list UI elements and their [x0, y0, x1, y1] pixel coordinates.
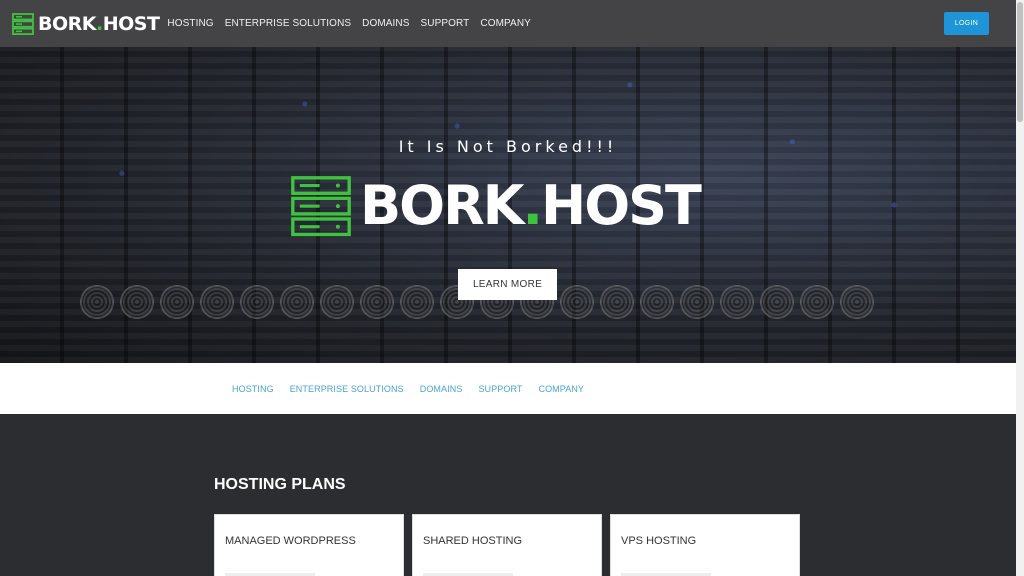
nav-link-hosting[interactable]: HOSTING	[167, 18, 213, 29]
secondary-nav: HOSTING ENTERPRISE SOLUTIONS DOMAINS SUP…	[0, 363, 1016, 414]
top-nav: BORK.HOST HOSTING ENTERPRISE SOLUTIONS D…	[0, 0, 1016, 47]
brand-logo[interactable]: BORK.HOST	[12, 12, 160, 35]
subnav-link-hosting[interactable]: HOSTING	[232, 384, 274, 394]
nav-link-domains[interactable]: DOMAINS	[362, 18, 409, 29]
plan-card-title: SHARED HOSTING	[423, 535, 523, 547]
brand-text: BORK.HOST	[38, 12, 160, 35]
nav-link-enterprise-solutions[interactable]: ENTERPRISE SOLUTIONS	[225, 18, 351, 29]
subnav-link-company[interactable]: COMPANY	[538, 384, 584, 394]
nav-link-company[interactable]: COMPANY	[480, 18, 531, 29]
plan-card-shared-hosting[interactable]: SHARED HOSTING	[412, 514, 602, 576]
hosting-plans-section: HOSTING PLANS MANAGED WORDPRESS SHARED H…	[0, 414, 1016, 576]
plan-card-title: VPS HOSTING	[621, 535, 697, 547]
plan-card-managed-wordpress[interactable]: MANAGED WORDPRESS	[214, 514, 404, 576]
learn-more-button[interactable]: LEARN MORE	[458, 269, 557, 300]
hero-banner: It Is Not Borked!!! BORK.HOST LEARN MORE	[0, 47, 1016, 363]
section-title: HOSTING PLANS	[214, 476, 346, 493]
hero-logo: BORK.HOST	[290, 174, 702, 237]
subnav-link-enterprise-solutions[interactable]: ENTERPRISE SOLUTIONS	[290, 384, 404, 394]
server-rack-icon	[12, 12, 34, 35]
hero-title: BORK.HOST	[360, 174, 702, 237]
server-rack-icon	[291, 176, 351, 237]
subnav-link-domains[interactable]: DOMAINS	[420, 384, 463, 394]
nav-link-support[interactable]: SUPPORT	[421, 18, 470, 29]
subnav-link-support[interactable]: SUPPORT	[478, 384, 522, 394]
main-nav: HOSTING ENTERPRISE SOLUTIONS DOMAINS SUP…	[167, 18, 542, 29]
plan-card-vps-hosting[interactable]: VPS HOSTING	[610, 514, 800, 576]
plan-card-title: MANAGED WORDPRESS	[225, 535, 356, 547]
scrollbar-thumb[interactable]	[1017, 2, 1023, 122]
page-scrollbar[interactable]	[1016, 0, 1024, 576]
login-button[interactable]: LOGIN	[944, 12, 989, 35]
hero-tagline: It Is Not Borked!!!	[398, 137, 618, 156]
